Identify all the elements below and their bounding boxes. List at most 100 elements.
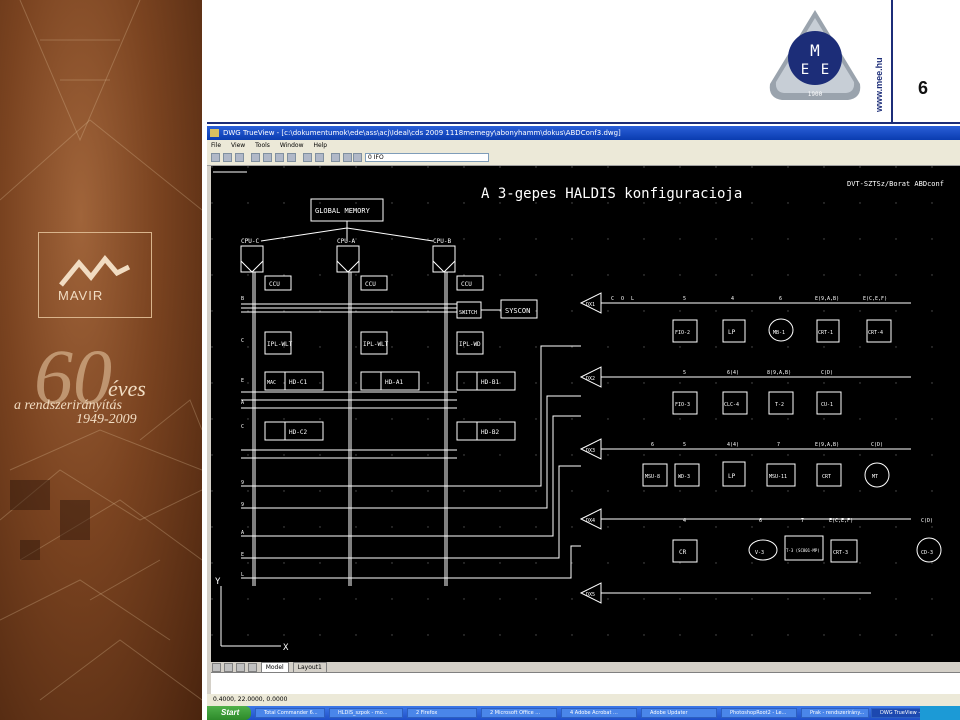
zoom-icon[interactable] [263, 153, 272, 162]
start-button[interactable]: Start [207, 706, 251, 720]
toolbar: 0 IFO [207, 151, 960, 166]
bus-label-10: L [241, 572, 244, 578]
menu-window[interactable]: Window [276, 140, 308, 151]
menu-view[interactable]: View [227, 140, 249, 151]
menu-bar: File View Tools Window Help [207, 140, 960, 151]
dx5-label: DX5 [586, 592, 595, 598]
row1-code-3: 6 [779, 296, 782, 302]
command-line-area[interactable] [211, 672, 960, 695]
switch-label: SWITCH [459, 310, 477, 316]
cpu-c-label: CPU-C [241, 238, 259, 245]
bus-label-1: B [241, 296, 244, 302]
ucs-x-label: X [283, 643, 289, 653]
cr-label: CR [679, 549, 687, 556]
print-icon[interactable] [223, 153, 232, 162]
page-number: 6 [918, 78, 929, 98]
msu-11-label: MSU-11 [769, 474, 787, 480]
taskbar-item-total-commander[interactable]: Total Commander 6... [255, 708, 325, 718]
tab-first-icon[interactable] [212, 663, 221, 672]
ccu-b-label: CCU [461, 281, 472, 288]
orbit-icon[interactable] [303, 153, 312, 162]
sun-icon[interactable] [353, 153, 362, 162]
dx1-label: DX1 [586, 302, 595, 308]
taskbar-item-acrobat[interactable]: 4 Adobe Acrobat ... [561, 708, 637, 718]
bus-label-6: 9 [241, 480, 244, 486]
row4-code-4: E(C,E,F) [829, 518, 853, 524]
crt-4-label: CRT-4 [868, 330, 883, 336]
header-divider-vertical [891, 0, 893, 122]
ipl-a-label: IPL-WLT [363, 341, 389, 348]
open-icon[interactable] [211, 153, 220, 162]
row3-code-6: C(D) [871, 442, 883, 448]
mt-label: MT [872, 474, 878, 480]
row3-code-4: 7 [777, 442, 780, 448]
row1-code-5: E(C,E,F) [863, 296, 887, 302]
layer-dropdown[interactable]: 0 IFO [365, 153, 489, 162]
cu-1-label: CU-1 [821, 402, 833, 408]
row2-code-3: 8(9,A,B) [767, 370, 791, 376]
tab-next-icon[interactable] [235, 663, 245, 672]
tab-prev-icon[interactable] [223, 663, 233, 672]
taskbar-item-adobe-updater[interactable]: Adobe Updater [641, 708, 717, 718]
taskbar-item-office[interactable]: 2 Microsoft Office ... [481, 708, 557, 718]
left-decorative-panel: MAVIR 60 éves a rendszerirányítás 1949-2… [0, 0, 202, 720]
tab-last-icon[interactable] [247, 663, 257, 672]
menu-tools[interactable]: Tools [251, 140, 274, 151]
light-bulb-icon[interactable] [343, 153, 352, 162]
row2-code-4: C(D) [821, 370, 833, 376]
snap-grid [211, 166, 960, 662]
anniversary-years: 1949-2009 [76, 412, 137, 427]
dx1-side-l: L [631, 296, 634, 302]
dx4-label: DX4 [586, 518, 595, 524]
fio-2-label: FIO-2 [675, 330, 690, 336]
dx2-label: DX2 [586, 376, 595, 382]
taskbar-item-hldis[interactable]: HLDIS_szpok - mo... [329, 708, 403, 718]
row3-code-1: 6 [651, 442, 654, 448]
row2-code-2: 6(4) [727, 370, 739, 376]
taskbar-item-firefox[interactable]: 2 Firefox [407, 708, 477, 718]
menu-help[interactable]: Help [309, 140, 331, 151]
hd-b1-label: HD-B1 [481, 379, 499, 386]
properties-icon[interactable] [315, 153, 324, 162]
hd-c2-label: HD-C2 [289, 429, 307, 436]
crt-3-label: CRT-3 [833, 550, 848, 556]
ccu-a-label: CCU [365, 281, 376, 288]
org-url: www.mee.hu [874, 57, 884, 112]
cpu-b-label: CPU-B [433, 238, 451, 245]
drawing-canvas[interactable]: A 3-gepes HALDIS konfiguracioja DVT-SZTS… [211, 166, 960, 662]
bus-label-5: C [241, 424, 244, 430]
pan-icon[interactable] [251, 153, 260, 162]
dx1-side-c: C [611, 296, 614, 302]
zoom-window-icon[interactable] [275, 153, 284, 162]
header-divider-horizontal [207, 122, 960, 124]
zoom-previous-icon[interactable] [287, 153, 296, 162]
menu-file[interactable]: File [207, 140, 225, 151]
layers-icon[interactable] [331, 153, 340, 162]
row1-code-1: 5 [683, 296, 686, 302]
mee-logo: M E E 1900 [760, 6, 870, 106]
plot-icon[interactable] [235, 153, 244, 162]
clc-4-label: CLC-4 [724, 402, 739, 408]
ccu-c-label: CCU [269, 281, 280, 288]
v-3-label: V-3 [755, 550, 764, 556]
crt-row3-label: CRT [822, 474, 831, 480]
mee-year: 1900 [808, 91, 823, 98]
hd-c1-label: HD-C1 [289, 379, 307, 386]
app-icon [210, 129, 219, 137]
row4-code-3: 7 [801, 518, 804, 524]
mee-letter-m: M [810, 41, 820, 60]
window-titlebar[interactable]: DWG TrueView - [c:\dokumentumok\ede\ass\… [207, 126, 960, 140]
dx1-side-o: O [621, 296, 624, 302]
status-bar: 0.4000, 22.0000, 0.0000 [207, 694, 960, 706]
ipl-b-label: IPL-WD [459, 341, 481, 348]
mee-logo-icon: M E E 1900 [769, 10, 861, 100]
row3-code-5: E(9,A,B) [815, 442, 839, 448]
mavir-logo-icon [59, 255, 131, 287]
syscon-label: SYSCON [505, 307, 530, 315]
taskbar-item-photoshop[interactable]: PhotoshopRoot2 - Le... [721, 708, 797, 718]
taskbar-item-prak[interactable]: Prak - rendszerirány... [801, 708, 869, 718]
brand-name: MAVIR [58, 288, 104, 303]
taskbar-item-dwg-trueview[interactable]: DWG TrueView - [c:\... [871, 708, 921, 718]
lp-label-2: LP [728, 473, 736, 480]
lp-label-1: LP [728, 329, 736, 336]
